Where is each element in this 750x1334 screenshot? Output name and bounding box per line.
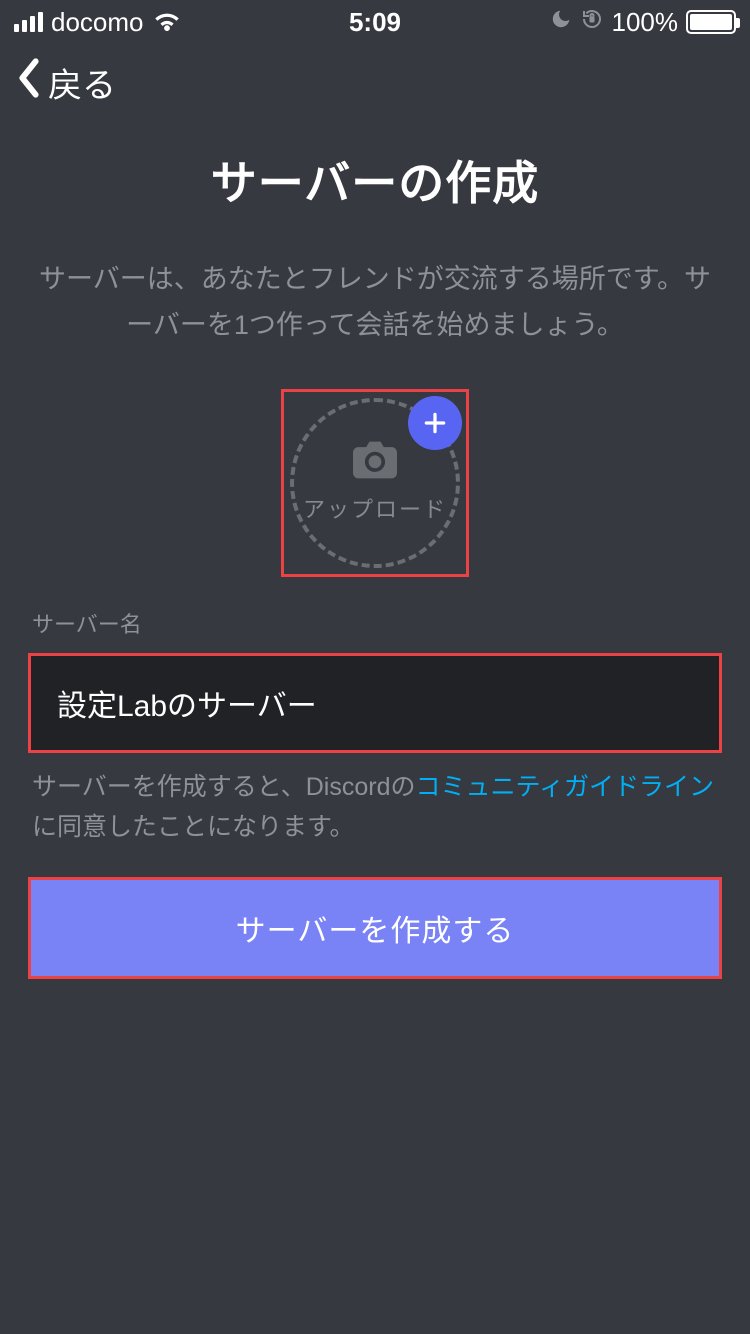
upload-label: アップロード — [303, 492, 447, 524]
upload-section: アップロード — [28, 389, 722, 577]
status-bar: docomo 5:09 100% — [0, 0, 750, 44]
upload-button[interactable]: アップロード — [290, 398, 460, 568]
signal-icon — [14, 12, 43, 32]
back-label: 戻る — [48, 58, 116, 107]
server-name-highlight — [28, 653, 722, 753]
upload-highlight: アップロード — [281, 389, 469, 577]
terms-suffix: に同意したことになります。 — [32, 813, 355, 841]
orientation-lock-icon — [580, 7, 604, 38]
create-button-highlight: サーバーを作成する — [28, 877, 722, 979]
status-right: 100% — [550, 7, 737, 38]
nav-bar: 戻る — [0, 44, 750, 117]
server-name-label: サーバー名 — [32, 607, 718, 639]
wifi-icon — [152, 7, 182, 38]
page-subtitle: サーバーは、あなたとフレンドが交流する場所です。サーバーを1つ作って会話を始めま… — [38, 257, 712, 349]
carrier-label: docomo — [51, 7, 144, 38]
page-title: サーバーの作成 — [28, 147, 722, 213]
server-name-input[interactable] — [31, 656, 719, 750]
do-not-disturb-icon — [550, 8, 572, 36]
content: サーバーの作成 サーバーは、あなたとフレンドが交流する場所です。サーバーを1つ作… — [0, 117, 750, 979]
battery-icon — [686, 10, 736, 34]
camera-icon — [353, 441, 397, 484]
terms-text: サーバーを作成すると、Discordのコミュニティガイドラインに同意したことにな… — [32, 767, 718, 847]
plus-badge — [408, 396, 462, 450]
status-left: docomo — [14, 7, 182, 38]
chevron-left-icon — [16, 58, 42, 107]
create-server-button[interactable]: サーバーを作成する — [31, 880, 719, 976]
community-guidelines-link[interactable]: コミュニティガイドライン — [416, 773, 715, 801]
terms-prefix: サーバーを作成すると、Discordの — [32, 773, 416, 801]
back-button[interactable]: 戻る — [16, 58, 116, 107]
battery-percent: 100% — [612, 7, 679, 38]
clock-label: 5:09 — [349, 7, 401, 38]
